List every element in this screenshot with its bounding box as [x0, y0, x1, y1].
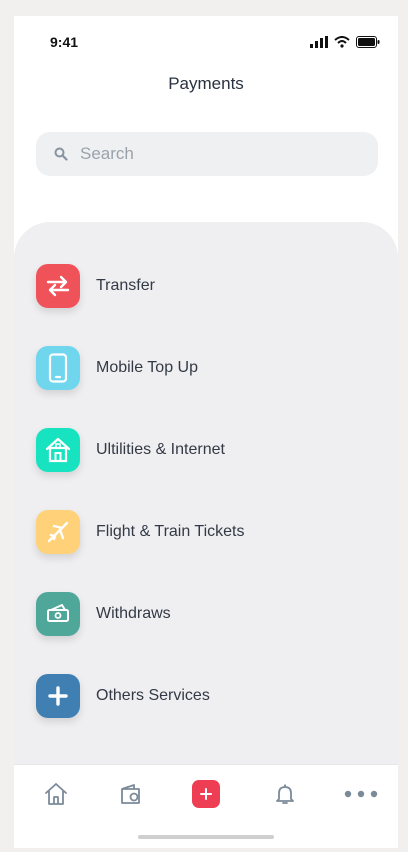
house-icon: [36, 428, 80, 472]
service-label: Others Services: [96, 687, 210, 704]
signal-icon: [310, 36, 328, 48]
battery-icon: [356, 36, 380, 48]
transfer-arrows-icon: [36, 264, 80, 308]
service-label: Transfer: [96, 277, 155, 294]
page-title: Payments: [168, 74, 244, 93]
bottom-nav: [14, 764, 398, 848]
service-item-transfer[interactable]: Transfer: [36, 264, 366, 308]
bell-icon: [276, 784, 294, 804]
search-bar[interactable]: [36, 132, 378, 176]
plus-icon: [36, 674, 80, 718]
service-label: Mobile Top Up: [96, 359, 198, 376]
home-icon: [45, 783, 67, 805]
nav-wallet[interactable]: [114, 779, 148, 809]
service-item-mobile-top-up[interactable]: Mobile Top Up: [36, 346, 366, 390]
more-dots-icon: [344, 790, 378, 798]
search-icon: [54, 147, 68, 161]
wifi-icon: [334, 36, 350, 48]
services-panel: Transfer Mobile Top Up Ultilities & Inte…: [14, 222, 398, 782]
service-item-others[interactable]: Others Services: [36, 674, 366, 718]
status-bar: 9:41: [14, 34, 398, 54]
nav-more[interactable]: [344, 779, 378, 809]
mobile-phone-icon: [36, 346, 80, 390]
service-label: Ultilities & Internet: [96, 441, 225, 458]
nav-add[interactable]: [189, 779, 223, 809]
add-icon: [192, 780, 220, 808]
search-input[interactable]: [78, 143, 342, 165]
service-item-flight-train[interactable]: Flight & Train Tickets: [36, 510, 366, 554]
service-item-withdraws[interactable]: Withdraws: [36, 592, 366, 636]
phone-screen: 9:41 Payments Search Transfer Mobile Top…: [14, 16, 398, 848]
airplane-icon: [36, 510, 80, 554]
wallet-icon: [121, 784, 140, 804]
home-indicator: [138, 835, 274, 839]
service-label: Flight & Train Tickets: [96, 523, 245, 540]
nav-notifications[interactable]: [268, 779, 302, 809]
status-icons: [310, 36, 380, 48]
status-time: 9:41: [50, 34, 79, 50]
service-label: Withdraws: [96, 605, 171, 622]
service-item-utilities[interactable]: Ultilities & Internet: [36, 428, 366, 472]
cash-hand-icon: [36, 592, 80, 636]
nav-home[interactable]: [39, 779, 73, 809]
